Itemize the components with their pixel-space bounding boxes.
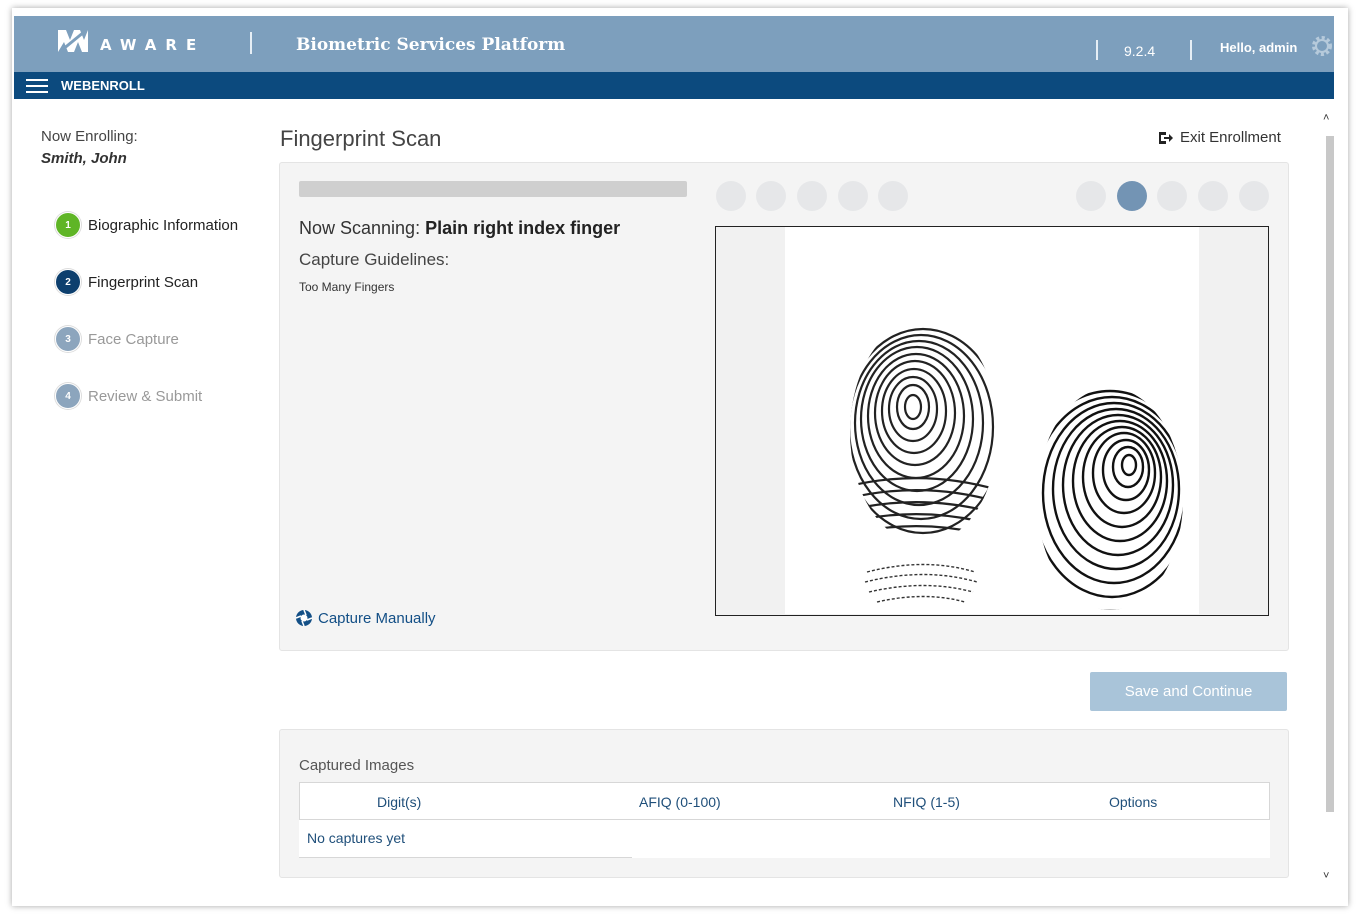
fingerprint-scan-panel: Now Scanning: Plain right index finger C…: [279, 162, 1289, 651]
exit-icon: [1159, 131, 1173, 144]
header-divider: [1190, 40, 1192, 60]
version-label: 9.2.4: [1124, 43, 1156, 59]
step-fingerprint-scan[interactable]: 2 Fingerprint Scan: [55, 268, 198, 296]
column-header-digits[interactable]: Digit(s): [377, 794, 421, 810]
hamburger-menu-icon[interactable]: [26, 79, 48, 93]
scroll-up-arrow-icon[interactable]: ˄: [1323, 112, 1329, 124]
finger-indicator-dot-active: [1117, 181, 1147, 211]
captured-images-title: Captured Images: [299, 757, 415, 774]
step-face-capture[interactable]: 3 Face Capture: [55, 325, 179, 353]
exit-enrollment-label: Exit Enrollment: [1180, 129, 1281, 146]
app-section-title[interactable]: WEBENROLL: [61, 78, 145, 93]
fingerprint-image: [850, 327, 1183, 610]
column-header-options[interactable]: Options: [1109, 794, 1157, 810]
camera-shutter-icon: [295, 609, 313, 627]
step-number-badge: 3: [55, 326, 81, 352]
brand-name: AWARE: [100, 36, 206, 54]
column-header-afiq[interactable]: AFIQ (0-100): [639, 794, 721, 810]
finger-indicator-dot: [878, 181, 908, 211]
finger-indicator-dot: [716, 181, 746, 211]
step-number-badge: 4: [55, 383, 81, 409]
capture-guidelines-heading: Capture Guidelines:: [299, 250, 450, 269]
aware-logo-icon: [58, 30, 88, 52]
table-row: No captures yet: [299, 820, 1270, 858]
fingerprint-preview: [715, 226, 1269, 616]
scroll-down-arrow-icon[interactable]: ˅: [1323, 870, 1329, 882]
nav-bar: WEBENROLL: [14, 72, 1334, 99]
step-label: Face Capture: [88, 330, 179, 348]
capture-guideline-item: Too Many Fingers: [299, 280, 395, 294]
scan-progress-bar: [299, 181, 687, 197]
captured-images-table-header: Digit(s) AFIQ (0-100) NFIQ (1-5) Options: [299, 782, 1270, 820]
captured-images-panel: Captured Images Digit(s) AFIQ (0-100) NF…: [279, 729, 1289, 878]
column-header-nfiq[interactable]: NFIQ (1-5): [893, 794, 960, 810]
capture-manually-label: Capture Manually: [318, 609, 436, 627]
header-divider: [250, 32, 252, 54]
enrollee-name: Smith, John: [41, 150, 127, 167]
platform-title: Biometric Services Platform: [296, 35, 566, 55]
empty-table-message: No captures yet: [307, 830, 406, 846]
step-review-submit[interactable]: 4 Review & Submit: [55, 382, 202, 410]
user-greeting[interactable]: Hello, admin: [1220, 40, 1297, 55]
step-biographic-information[interactable]: 1 Biographic Information: [55, 211, 238, 239]
finger-indicator-dot: [797, 181, 827, 211]
gear-icon[interactable]: [1310, 34, 1334, 58]
step-label: Review & Submit: [88, 387, 203, 405]
current-finger: Plain right index finger: [425, 218, 621, 238]
top-header-bar: AWARE Biometric Services Platform 9.2.4 …: [14, 16, 1334, 72]
header-divider: [1096, 40, 1098, 60]
vertical-scrollbar[interactable]: [1326, 136, 1334, 812]
page-title: Fingerprint Scan: [280, 126, 442, 151]
step-label: Biographic Information: [88, 216, 239, 234]
save-and-continue-button[interactable]: Save and Continue: [1090, 672, 1287, 711]
capture-manually-link[interactable]: Capture Manually: [295, 609, 436, 627]
fingerprint-image-area: [785, 227, 1199, 614]
finger-indicator-dot: [1076, 181, 1106, 211]
finger-indicator-dot: [838, 181, 868, 211]
now-scanning-line: Now Scanning: Plain right index finger: [299, 218, 620, 239]
now-enrolling-label: Now Enrolling:: [41, 128, 138, 145]
finger-indicator-dot: [1157, 181, 1187, 211]
now-scanning-label: Now Scanning:: [299, 218, 421, 238]
finger-indicator-dot: [756, 181, 786, 211]
finger-indicator-dot: [1198, 181, 1228, 211]
step-number-badge: 2: [55, 269, 81, 295]
step-number-badge: 1: [55, 212, 81, 238]
step-label: Fingerprint Scan: [88, 273, 199, 291]
row-divider: [299, 857, 632, 858]
finger-indicator-dot: [1239, 181, 1269, 211]
exit-enrollment-link[interactable]: Exit Enrollment: [1158, 129, 1281, 146]
